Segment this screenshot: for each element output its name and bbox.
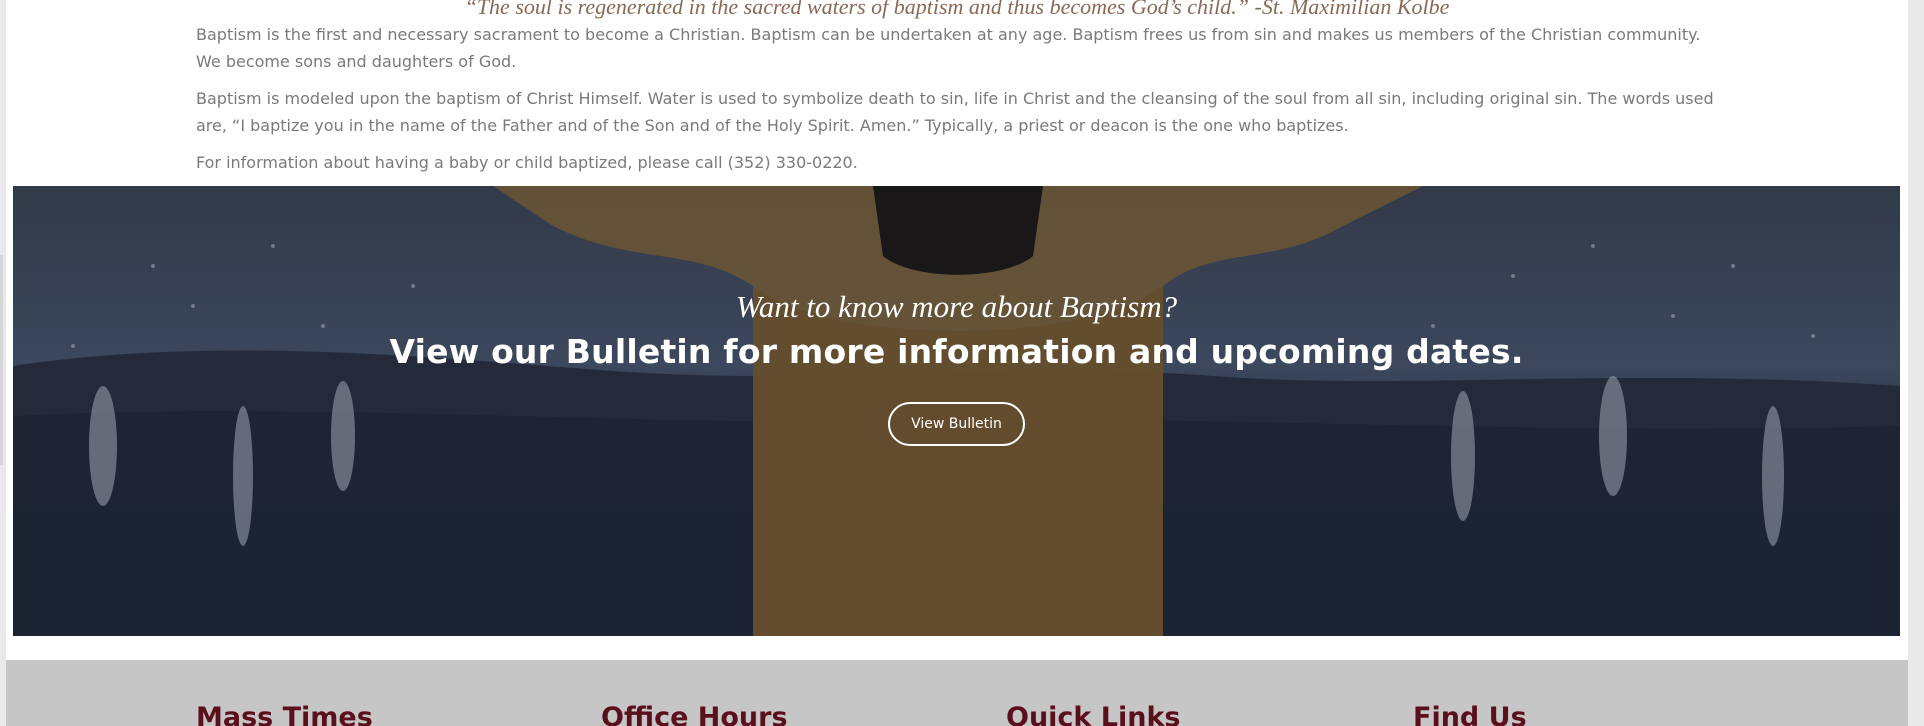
hero-subtitle: Want to know more about Baptism? <box>735 289 1178 324</box>
bulletin-hero-banner: Want to know more about Baptism? View ou… <box>13 186 1900 636</box>
footer-heading-find-us: Find Us <box>1413 702 1527 726</box>
kolbe-quote: “The soul is regenerated in the sacred w… <box>464 0 1450 19</box>
side-scroll-handle[interactable] <box>0 255 3 465</box>
baptism-intro-section: “The soul is regenerated in the sacred w… <box>6 0 1908 186</box>
footer-heading-mass-times: Mass Times <box>196 702 373 726</box>
page-frame-right <box>1908 0 1924 726</box>
intro-paragraph-3: For information about having a baby or c… <box>196 153 858 172</box>
site-footer: Mass Times Office Hours Quick Links Find… <box>6 660 1908 726</box>
hero-title: View our Bulletin for more information a… <box>389 332 1524 371</box>
intro-paragraph-1: Baptism is the first and necessary sacra… <box>196 25 1701 71</box>
footer-heading-quick-links: Quick Links <box>1006 702 1181 726</box>
footer-heading-office-hours: Office Hours <box>601 702 788 726</box>
intro-paragraph-2: Baptism is modeled upon the baptism of C… <box>196 89 1714 135</box>
view-bulletin-button[interactable]: View Bulletin <box>888 402 1025 446</box>
